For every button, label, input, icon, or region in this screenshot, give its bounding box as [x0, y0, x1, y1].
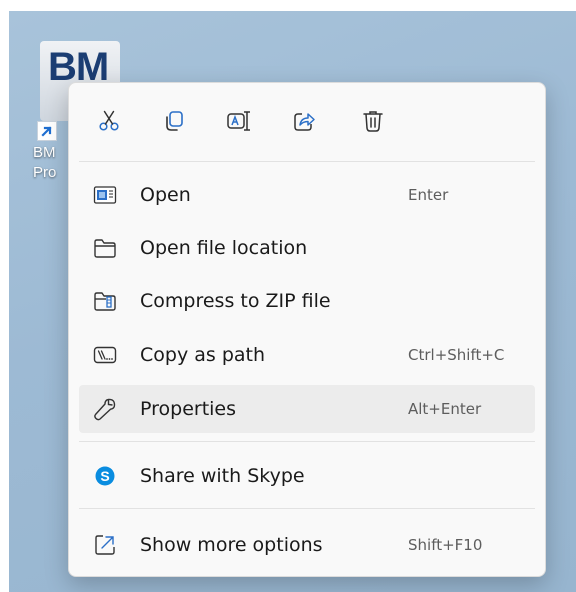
menu-item-shortcut: Alt+Enter — [408, 400, 482, 418]
folder-icon — [93, 236, 117, 260]
more-options-icon — [93, 533, 117, 557]
menu-item-label: Compress to ZIP file — [140, 290, 331, 312]
wrench-icon — [93, 397, 117, 421]
share-button[interactable] — [286, 103, 322, 139]
menu-item-label: Show more options — [140, 534, 323, 556]
context-menu-toolbar — [69, 83, 545, 161]
svg-text:S: S — [100, 468, 109, 484]
menu-item-share-skype[interactable]: S Share with Skype — [79, 452, 535, 500]
cut-button[interactable] — [91, 103, 127, 139]
menu-divider — [79, 508, 535, 509]
menu-item-properties[interactable]: Properties Alt+Enter — [79, 385, 535, 433]
delete-button[interactable] — [355, 103, 391, 139]
trash-icon — [363, 111, 383, 132]
scissors-icon — [99, 110, 119, 131]
zip-folder-icon — [93, 289, 117, 313]
menu-item-shortcut: Shift+F10 — [408, 536, 483, 554]
open-app-icon — [93, 183, 117, 207]
menu-divider — [79, 441, 535, 442]
menu-item-label: Share with Skype — [140, 465, 305, 487]
menu-item-open[interactable]: Open Enter — [79, 171, 535, 219]
menu-item-compress-zip[interactable]: Compress to ZIP file — [79, 277, 535, 325]
menu-item-shortcut: Ctrl+Shift+C — [408, 346, 505, 364]
menu-item-show-more-options[interactable]: Show more options Shift+F10 — [79, 521, 535, 569]
copy-icon — [166, 111, 183, 131]
share-icon — [294, 113, 315, 131]
toolbar-divider — [79, 161, 535, 162]
rename-icon — [227, 111, 250, 131]
menu-item-label: Properties — [140, 398, 237, 420]
menu-item-label: Open file location — [140, 237, 308, 259]
skype-icon: S — [93, 464, 117, 488]
menu-item-label: Copy as path — [140, 344, 266, 366]
menu-item-open-file-location[interactable]: Open file location — [79, 224, 535, 272]
context-menu: Open Enter Open file location Compress t… — [68, 82, 546, 577]
menu-item-shortcut: Enter — [408, 186, 449, 204]
shortcut-arrow-icon — [37, 121, 57, 141]
copy-button[interactable] — [156, 103, 192, 139]
rename-button[interactable] — [221, 103, 257, 139]
path-icon — [93, 343, 117, 367]
menu-item-copy-as-path[interactable]: Copy as path Ctrl+Shift+C — [79, 331, 535, 379]
menu-item-label: Open — [140, 184, 191, 206]
